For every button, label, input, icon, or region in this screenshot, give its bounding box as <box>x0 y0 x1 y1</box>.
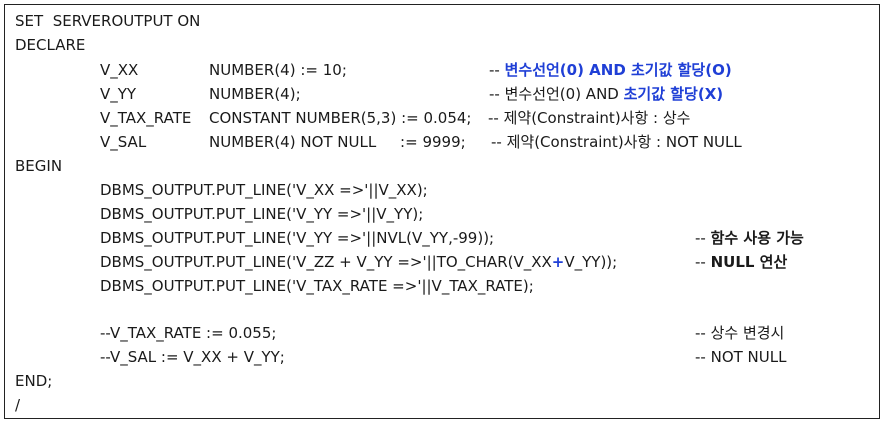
begin-keyword: BEGIN <box>15 157 63 175</box>
var-comment-v-sal: -- 제약(Constraint)사항 : NOT NULL <box>491 130 742 154</box>
var-comment-v-yy: -- 변수선언(0) AND 초기값 할당(X) <box>489 82 723 106</box>
commented-tax-rate-assign: --V_TAX_RATE := 0.055; <box>100 324 277 342</box>
stmt-comment-null-op: -- NULL 연산 <box>695 250 787 274</box>
var-comment-v-xx: -- 변수선언(0) AND 초기값 할당(O) <box>489 58 732 82</box>
comment-prefix: -- <box>489 85 505 103</box>
var-decl-v-sal: NUMBER(4) NOT NULL := 9999; <box>209 133 466 151</box>
var-name-v-sal: V_SAL <box>100 133 147 151</box>
set-serveroutput-line: SET SERVEROUTPUT ON <box>15 12 201 30</box>
comment-highlight: 변수선언(0) AND 초기값 할당(O) <box>504 61 732 79</box>
var-name-v-tax-rate: V_TAX_RATE <box>100 109 192 127</box>
slash-terminator: / <box>15 396 21 414</box>
stmt-put-line-v-xx: DBMS_OUTPUT.PUT_LINE('V_XX =>'||V_XX); <box>100 181 428 199</box>
stmt-comment-function: -- 함수 사용 가능 <box>695 226 804 250</box>
comment-prefix: -- <box>695 253 711 271</box>
var-decl-v-tax-rate: CONSTANT NUMBER(5,3) := 0.054; <box>209 109 472 127</box>
var-decl-v-yy: NUMBER(4); <box>209 85 301 103</box>
comment-prefix: -- <box>488 109 504 127</box>
comment-prefix: -- <box>491 133 507 151</box>
code-box: SET SERVEROUTPUT ON DECLARE V_XX NUMBER(… <box>4 4 880 419</box>
comment-not-null: -- NOT NULL <box>695 348 787 366</box>
comment-text: 함수 사용 가능 <box>710 229 804 247</box>
stmt-text-part: V_YY)); <box>564 253 618 271</box>
stmt-put-line-tax-rate: DBMS_OUTPUT.PUT_LINE('V_TAX_RATE =>'||V_… <box>100 277 534 295</box>
comment-text: 제약(Constraint)사항 : NOT NULL <box>506 133 742 151</box>
comment-prefix: -- <box>695 229 711 247</box>
var-name-v-yy: V_YY <box>100 85 137 103</box>
comment-text: NULL 연산 <box>710 253 788 271</box>
stmt-put-line-nvl: DBMS_OUTPUT.PUT_LINE('V_YY =>'||NVL(V_YY… <box>100 229 495 247</box>
var-decl-v-xx: NUMBER(4) := 10; <box>209 61 347 79</box>
declare-keyword: DECLARE <box>15 36 86 54</box>
comment-highlight: 초기값 할당(X) <box>623 85 724 103</box>
stmt-put-line-v-yy: DBMS_OUTPUT.PUT_LINE('V_YY =>'||V_YY); <box>100 205 424 223</box>
plus-operator: + <box>551 253 565 271</box>
comment-text: 제약(Constraint)사항 : 상수 <box>503 109 691 127</box>
comment-constant-change: -- 상수 변경시 <box>695 324 785 342</box>
var-comment-v-tax-rate: -- 제약(Constraint)사항 : 상수 <box>488 106 690 130</box>
comment-prefix: -- <box>489 61 505 79</box>
commented-sal-assign: --V_SAL := V_XX + V_YY; <box>100 348 285 366</box>
end-keyword: END; <box>15 372 53 390</box>
stmt-put-line-to-char: DBMS_OUTPUT.PUT_LINE('V_ZZ + V_YY =>'||T… <box>100 250 617 274</box>
var-name-v-xx: V_XX <box>100 61 139 79</box>
comment-text: 변수선언(0) AND <box>504 85 624 103</box>
stmt-text-part: DBMS_OUTPUT.PUT_LINE('V_ZZ + V_YY =>'||T… <box>100 253 552 271</box>
